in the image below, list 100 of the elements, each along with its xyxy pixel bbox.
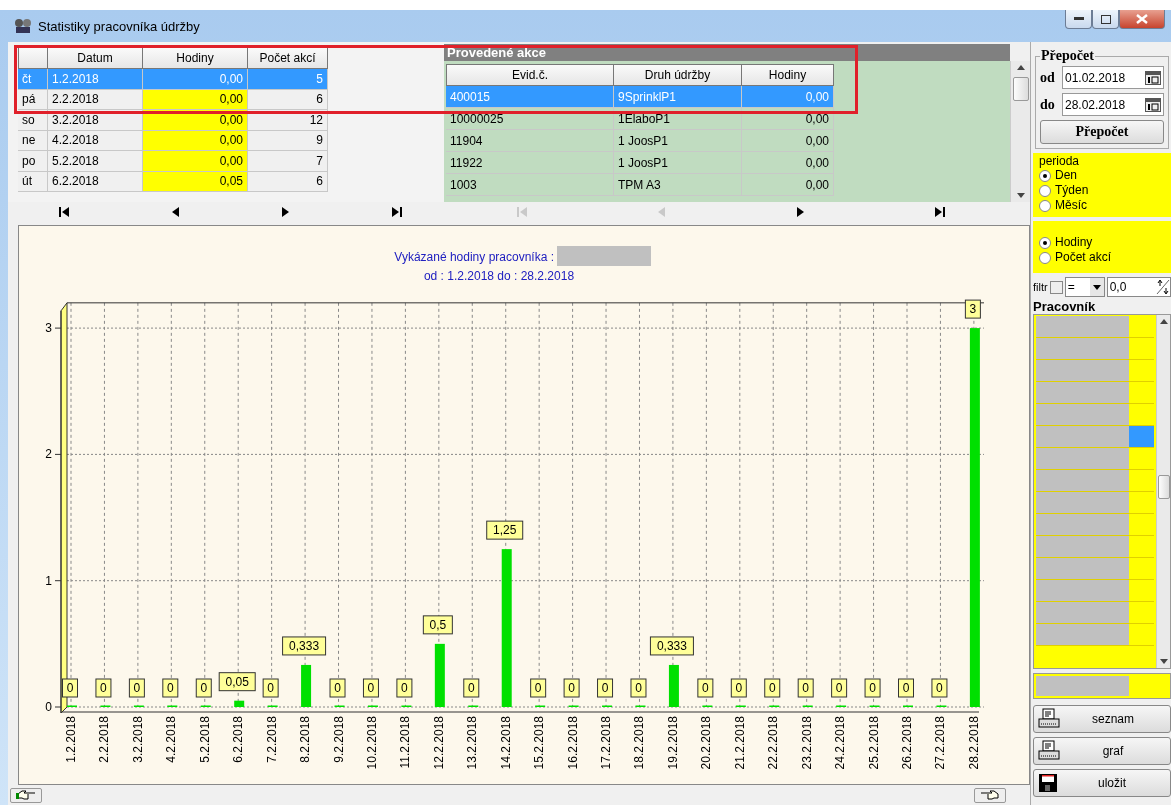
list-row[interactable] xyxy=(1036,470,1154,492)
action-button[interactable]: seznam xyxy=(1033,705,1171,733)
list-row[interactable] xyxy=(1036,448,1154,470)
scrollbar[interactable] xyxy=(1010,61,1030,202)
minimize-button[interactable] xyxy=(1065,10,1092,29)
close-icon xyxy=(1136,14,1148,24)
table-cell: 0,00 xyxy=(742,108,834,130)
field-label: do xyxy=(1040,96,1056,113)
table-cell: 11904 xyxy=(446,130,614,152)
value-label: 0 xyxy=(797,678,814,698)
window-title: Statistiky pracovníka údržby xyxy=(38,18,200,34)
value-label: 0 xyxy=(162,678,179,698)
scroll-thumb[interactable] xyxy=(1012,77,1029,101)
scroll-thumb[interactable] xyxy=(1157,475,1170,499)
recalculate-button[interactable]: Přepočet xyxy=(1040,120,1164,144)
x-tick-label: 25.2.2018 xyxy=(866,716,881,770)
x-tick-label: 23.2.2018 xyxy=(799,716,814,770)
close-button[interactable] xyxy=(1119,10,1165,29)
back-button[interactable] xyxy=(10,787,42,803)
first-icon[interactable] xyxy=(57,206,70,218)
scroll-down-icon xyxy=(1159,659,1168,664)
radio-button[interactable] xyxy=(1039,236,1051,249)
value-label: 0 xyxy=(898,678,914,698)
radio-button[interactable] xyxy=(1039,184,1051,197)
x-tick-label: 21.2.2018 xyxy=(732,716,747,770)
scroll-down-icon xyxy=(1016,193,1025,198)
worker-field[interactable] xyxy=(1033,673,1171,699)
column-header[interactable]: Druh údržby xyxy=(614,64,742,86)
column-header[interactable]: Hodiny xyxy=(742,64,834,86)
list-row[interactable] xyxy=(1036,536,1154,558)
action-button[interactable]: graf xyxy=(1033,737,1171,765)
x-tick-label: 17.2.2018 xyxy=(599,716,614,770)
list-row[interactable] xyxy=(1036,316,1154,338)
table-cell: 1.2.2018 xyxy=(48,69,143,90)
calendar-icon[interactable] xyxy=(1145,97,1161,112)
scroll-up-icon xyxy=(1016,65,1025,70)
list-row[interactable] xyxy=(1036,558,1154,580)
bar xyxy=(434,643,445,707)
x-tick-label: 14.2.2018 xyxy=(498,716,513,770)
list-row[interactable] xyxy=(1036,624,1154,646)
calendar-icon[interactable] xyxy=(1145,70,1161,85)
list-row[interactable] xyxy=(1036,404,1154,426)
action-button[interactable]: uložit xyxy=(1033,769,1171,797)
list-row[interactable] xyxy=(1036,602,1154,624)
column-header[interactable]: Počet akcí xyxy=(248,47,328,69)
date-field[interactable]: 01.02.2018 xyxy=(1062,66,1164,89)
operator-dropdown[interactable]: = xyxy=(1064,277,1105,297)
date-field[interactable]: 28.02.2018 xyxy=(1062,93,1164,116)
table-cell: 2.2.2018 xyxy=(48,89,143,110)
value-label: 0 xyxy=(463,678,480,698)
column-header[interactable]: Datum xyxy=(48,47,143,69)
x-tick-label: 1.2.2018 xyxy=(64,716,78,763)
header-cell xyxy=(18,47,48,69)
radio-label: Týden xyxy=(1055,183,1089,198)
list-row[interactable] xyxy=(1036,580,1154,602)
x-tick-label: 11.2.2018 xyxy=(398,716,413,769)
x-tick-label: 28.2.2018 xyxy=(966,716,981,770)
last-icon[interactable] xyxy=(390,206,403,218)
column-header[interactable]: Hodiny xyxy=(143,47,248,69)
y-tick-label: 3 xyxy=(45,321,52,336)
worker-list[interactable] xyxy=(1033,314,1171,669)
x-tick-label: 7.2.2018 xyxy=(264,716,279,763)
filter-label: filtr xyxy=(1033,281,1048,293)
last-icon[interactable] xyxy=(934,206,947,218)
x-tick-label: 26.2.2018 xyxy=(900,716,914,770)
list-row[interactable] xyxy=(1036,492,1154,514)
forward-button[interactable] xyxy=(974,787,1006,803)
checkbox[interactable] xyxy=(1049,280,1063,294)
radio-button[interactable] xyxy=(1039,169,1051,182)
column-header[interactable]: Evid.č. xyxy=(446,64,614,86)
table-cell: 0,00 xyxy=(143,89,248,110)
scrollbar[interactable] xyxy=(1156,315,1170,668)
radio-button[interactable] xyxy=(1039,199,1051,212)
list-row[interactable] xyxy=(1036,426,1154,448)
field-label: od xyxy=(1040,69,1056,86)
list-row[interactable] xyxy=(1036,514,1154,536)
x-tick-label: 8.2.2018 xyxy=(298,716,313,763)
maximize-button[interactable] xyxy=(1092,10,1119,29)
table-cell: 1ElaboP1 xyxy=(614,108,742,130)
table-cell: 400015 xyxy=(446,86,614,108)
table-cell: 6 xyxy=(248,89,328,110)
value-label: 0 xyxy=(95,678,112,698)
table-cell: TPM A3 xyxy=(614,174,742,196)
list-row[interactable] xyxy=(1036,360,1154,382)
table-cell: 0,00 xyxy=(742,130,834,152)
value-label: 0 xyxy=(630,678,647,698)
table-cell: čt xyxy=(18,69,48,90)
value-field[interactable]: 0,0 xyxy=(1106,277,1171,297)
radio-button[interactable] xyxy=(1039,251,1051,264)
table-cell: 0,00 xyxy=(143,69,248,90)
value-label: 0 xyxy=(831,678,848,698)
table-cell: so xyxy=(18,110,48,131)
minimize-icon xyxy=(1073,17,1084,21)
grid-title: Provedené akce xyxy=(444,44,1010,61)
x-tick-label: 9.2.2018 xyxy=(331,716,346,763)
list-row[interactable] xyxy=(1036,382,1154,404)
chart-title: Vykázané hodiny pracovníka : xyxy=(394,250,554,264)
table-cell: 3.2.2018 xyxy=(48,110,143,131)
value-label: 0 xyxy=(362,678,379,698)
list-row[interactable] xyxy=(1036,338,1154,360)
